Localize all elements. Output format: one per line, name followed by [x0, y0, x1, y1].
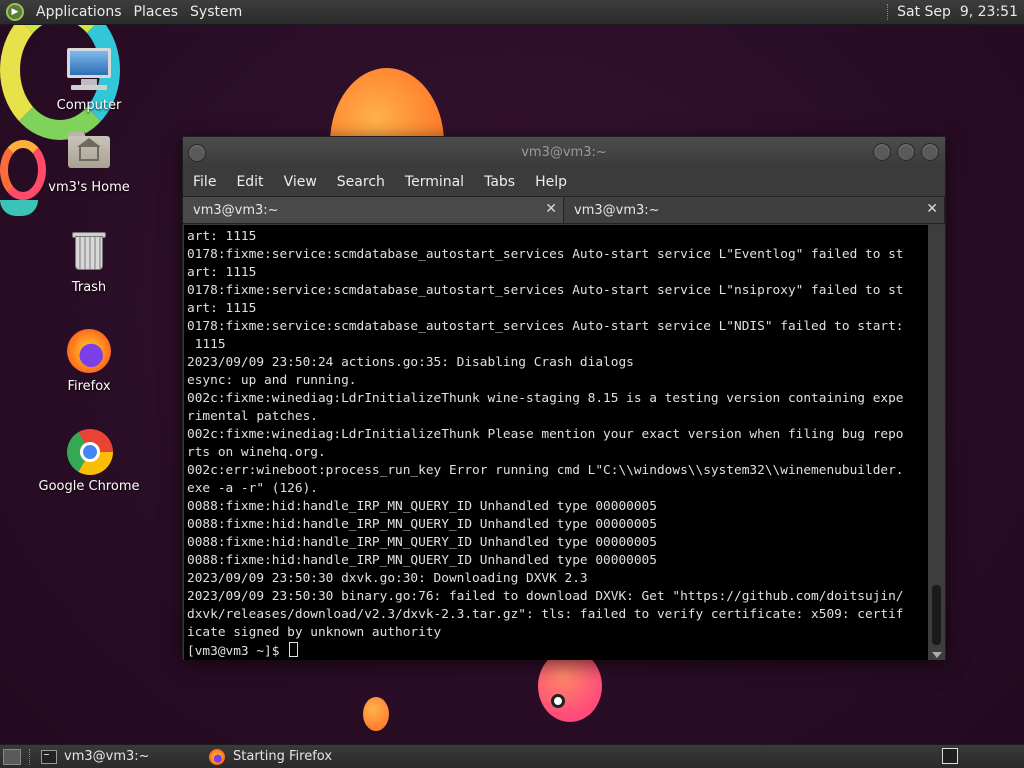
desktop-icon-label: Trash: [71, 280, 107, 295]
menu-terminal[interactable]: Terminal: [405, 174, 464, 190]
terminal-line: 002c:fixme:winediag:LdrInitializeThunk w…: [187, 391, 904, 406]
chrome-icon: [65, 427, 113, 475]
terminal-text: art: 1115 0178:fixme:service:scmdatabase_…: [184, 225, 928, 660]
wallpaper-teal-blob: [0, 200, 38, 216]
wallpaper-pink-blob: [538, 650, 602, 722]
terminal-scrollbar[interactable]: [928, 225, 945, 660]
minimize-button[interactable]: [873, 143, 891, 161]
panel-clock[interactable]: Sat Sep 9, 23:51: [897, 4, 1018, 20]
desktop-icon-firefox[interactable]: Firefox: [29, 327, 149, 394]
top-panel: ▶ Applications Places System Sat Sep 9, …: [0, 0, 1024, 25]
terminal-prompt[interactable]: [vm3@vm3 ~]$: [187, 642, 928, 660]
desktop-icon-trash[interactable]: Trash: [29, 228, 149, 295]
terminal-line: 0088:fixme:hid:handle_IRP_MN_QUERY_ID Un…: [187, 499, 657, 514]
terminal-line: art: 1115: [187, 265, 257, 280]
tab-close-icon[interactable]: ✕: [926, 201, 938, 217]
desktop-icon-label: Computer: [56, 98, 122, 113]
menu-help[interactable]: Help: [535, 174, 567, 190]
menu-view[interactable]: View: [284, 174, 317, 190]
desktop-icon-label: Google Chrome: [38, 479, 140, 494]
terminal-line: exe -a -r" (126).: [187, 481, 318, 496]
terminal-line: rts on winehq.org.: [187, 445, 326, 460]
window-title: vm3@vm3:~: [521, 145, 607, 160]
wallpaper-eye: [551, 694, 565, 708]
show-desktop-button[interactable]: [3, 748, 21, 765]
maximize-button[interactable]: [897, 143, 915, 161]
terminal-line: dxvk/releases/download/v2.3/dxvk-2.3.tar…: [187, 607, 904, 622]
terminal-line: art: 1115: [187, 229, 257, 244]
terminal-line: art: 1115: [187, 301, 257, 316]
distro-logo-icon[interactable]: ▶: [6, 3, 24, 21]
terminal-line: 0178:fixme:service:scmdatabase_autostart…: [187, 283, 904, 298]
terminal-line: 0178:fixme:service:scmdatabase_autostart…: [187, 319, 904, 334]
terminal-menubar: File Edit View Search Terminal Tabs Help: [183, 168, 945, 196]
terminal-line: 1115: [187, 337, 226, 352]
terminal-line: icate signed by unknown authority: [187, 625, 442, 640]
desktop-icon-label: Firefox: [67, 379, 111, 394]
terminal-line: 2023/09/09 23:50:24 actions.go:35: Disab…: [187, 355, 634, 370]
terminal-tabbar: vm3@vm3:~ ✕ vm3@vm3:~ ✕: [183, 196, 945, 224]
menu-search[interactable]: Search: [337, 174, 385, 190]
menu-edit[interactable]: Edit: [236, 174, 263, 190]
close-button[interactable]: [921, 143, 939, 161]
firefox-icon: [65, 327, 113, 375]
menu-file[interactable]: File: [193, 174, 216, 190]
taskbar-item-label: Starting Firefox: [233, 749, 333, 764]
terminal-line: 0088:fixme:hid:handle_IRP_MN_QUERY_ID Un…: [187, 517, 657, 532]
desktop-icon-label: vm3's Home: [48, 180, 130, 195]
desktop-icon-computer[interactable]: Computer: [29, 46, 149, 113]
scrollbar-thumb[interactable]: [932, 585, 941, 645]
scroll-down-icon[interactable]: [932, 652, 942, 658]
panel-separator: [887, 4, 889, 20]
firefox-icon: [209, 748, 225, 765]
home-folder-icon: [65, 128, 113, 176]
taskbar-separator: [29, 748, 31, 765]
tab-label: vm3@vm3:~: [574, 202, 660, 218]
prompt-text: [vm3@vm3 ~]$: [187, 644, 280, 659]
system-menu[interactable]: System: [186, 4, 250, 20]
taskbar-item-label: vm3@vm3:~: [64, 749, 150, 764]
terminal-line: rimental patches.: [187, 409, 318, 424]
terminal-line: 2023/09/09 23:50:30 binary.go:76: failed…: [187, 589, 904, 604]
taskbar-item-firefox[interactable]: Starting Firefox: [207, 748, 375, 765]
trash-icon: [65, 228, 113, 276]
taskbar-item-terminal[interactable]: vm3@vm3:~: [39, 749, 207, 764]
desktop-icon-home[interactable]: vm3's Home: [29, 128, 149, 195]
terminal-window[interactable]: vm3@vm3:~ File Edit View Search Terminal…: [182, 136, 946, 660]
tab-label: vm3@vm3:~: [193, 202, 279, 218]
terminal-icon: [41, 749, 57, 764]
terminal-line: 0088:fixme:hid:handle_IRP_MN_QUERY_ID Un…: [187, 553, 657, 568]
terminal-line: esync: up and running.: [187, 373, 357, 388]
computer-icon: [65, 46, 113, 94]
places-menu[interactable]: Places: [130, 4, 187, 20]
window-titlebar[interactable]: vm3@vm3:~: [183, 137, 945, 168]
bottom-taskbar: vm3@vm3:~ Starting Firefox: [0, 744, 1024, 768]
menu-tabs[interactable]: Tabs: [484, 174, 515, 190]
terminal-tab-2[interactable]: vm3@vm3:~ ✕: [564, 197, 945, 223]
terminal-output[interactable]: art: 1115 0178:fixme:service:scmdatabase_…: [184, 225, 928, 660]
desktop-icon-chrome[interactable]: Google Chrome: [29, 427, 149, 494]
terminal-line: 0178:fixme:service:scmdatabase_autostart…: [187, 247, 904, 262]
terminal-tab-1[interactable]: vm3@vm3:~ ✕: [183, 197, 564, 223]
terminal-line: 0088:fixme:hid:handle_IRP_MN_QUERY_ID Un…: [187, 535, 657, 550]
terminal-line: 002c:fixme:winediag:LdrInitializeThunk P…: [187, 427, 904, 442]
wallpaper-small-blob: [363, 697, 389, 731]
workspace-switcher[interactable]: [942, 748, 958, 764]
terminal-line: 002c:err:wineboot:process_run_key Error …: [187, 463, 904, 478]
text-cursor: [289, 642, 299, 657]
tab-close-icon[interactable]: ✕: [545, 201, 557, 217]
terminal-line: 2023/09/09 23:50:30 dxvk.go:30: Download…: [187, 571, 588, 586]
applications-menu[interactable]: Applications: [32, 4, 130, 20]
